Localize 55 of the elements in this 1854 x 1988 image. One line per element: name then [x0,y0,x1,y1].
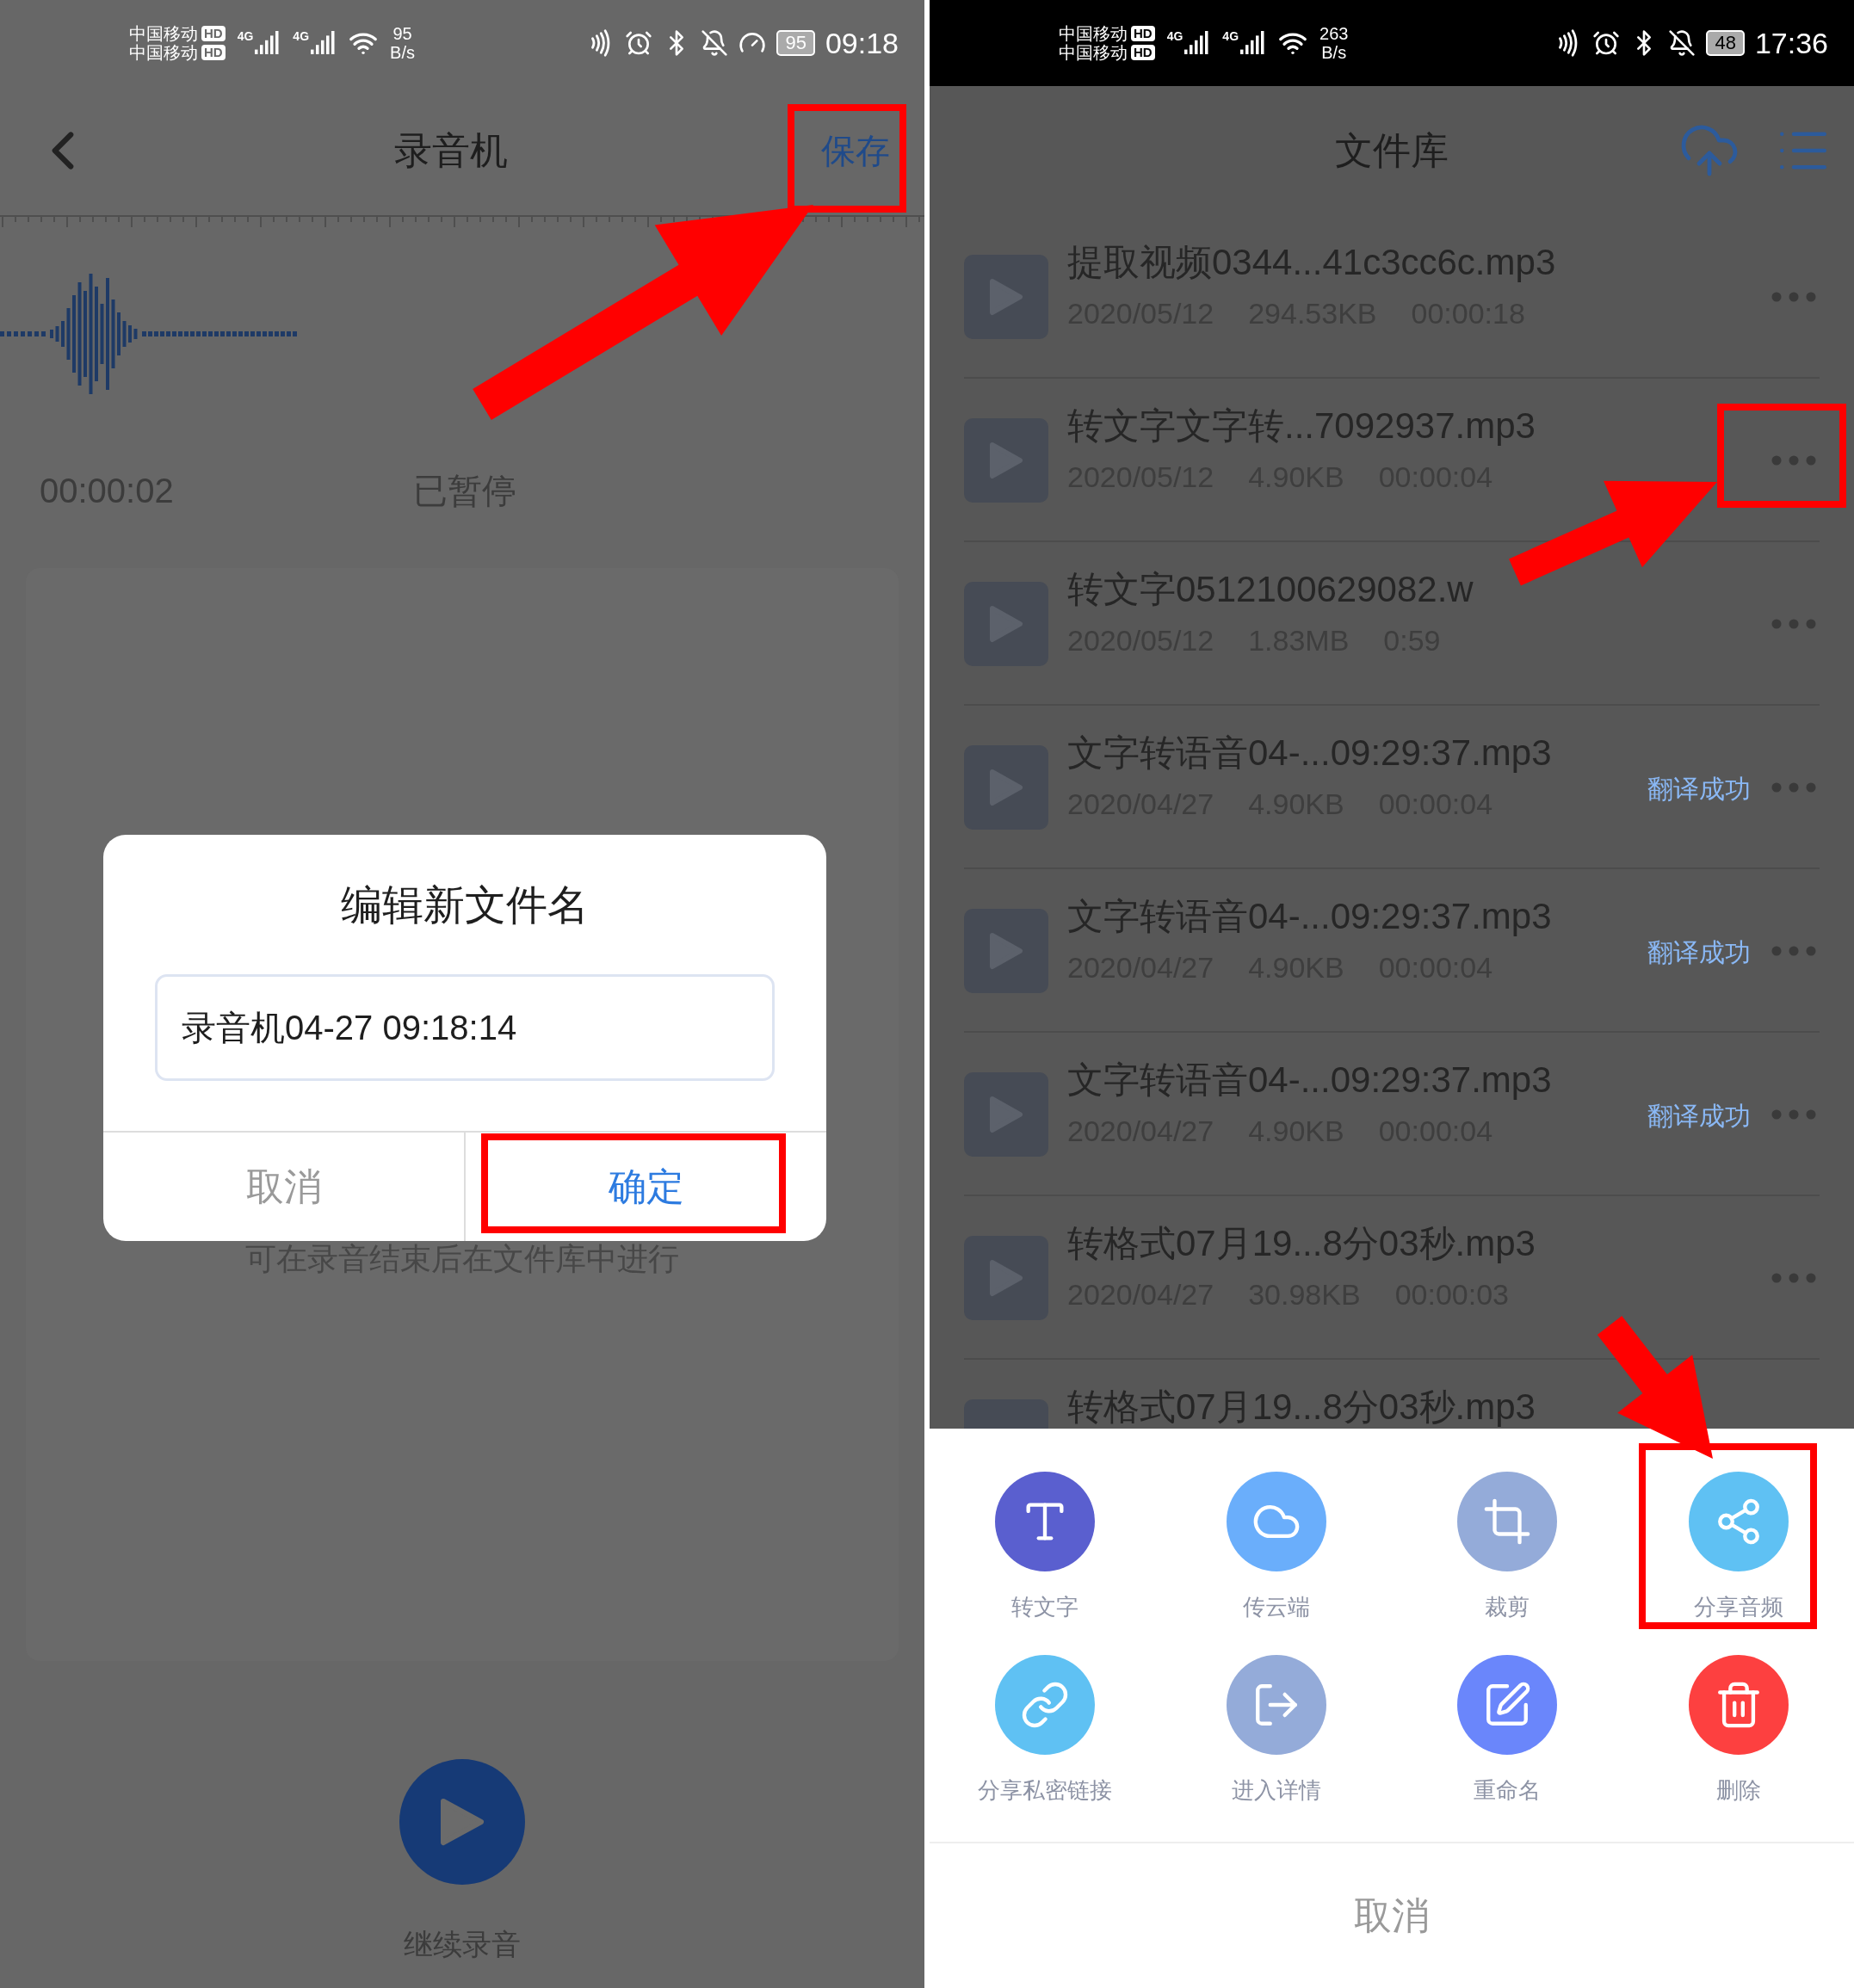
mute-icon [701,29,729,57]
hd-badge: HD [1131,26,1155,41]
network-type: 4G [237,30,254,42]
carrier-name: 中国移动 [1059,43,1128,62]
status-label: 翻译成功 [1647,1101,1751,1132]
cancel-button[interactable]: 取消 [103,1133,464,1241]
carrier-name: 中国移动 [1059,24,1128,43]
network-type: 4G [293,30,310,42]
more-icon [1771,455,1816,466]
clock-time: 17:36 [1754,25,1828,61]
hd-badge: HD [201,26,226,41]
cancel-button[interactable]: 取消 [930,1843,1854,1988]
action-button[interactable]: 转文字 [930,1472,1161,1624]
action-button[interactable]: 裁剪 [1392,1472,1623,1624]
page-title: 文件库 [1335,128,1449,173]
action-button[interactable]: 分享私密链接 [930,1655,1161,1807]
save-button[interactable]: 保存 [807,125,893,176]
carrier-name: 中国移动 [129,43,198,62]
action-button[interactable]: 重命名 [1392,1655,1623,1807]
network-speed: 95 [392,24,412,43]
action-button[interactable]: 删除 [1622,1655,1854,1807]
hd-badge: HD [1131,45,1155,60]
more-icon [1771,946,1816,956]
speed-unit: B/s [1321,43,1347,62]
alarm-icon [625,29,653,57]
hd-badge: HD [201,45,226,60]
speed-unit: B/s [390,43,415,62]
action-button[interactable]: 传云端 [1160,1472,1392,1624]
mute-icon [1668,29,1696,57]
battery-indicator: 95 [776,30,815,56]
network-type: 4G [1222,30,1239,42]
more-icon [1771,782,1816,793]
play-icon [440,1798,485,1846]
network-speed: 263 [1319,24,1349,43]
alarm-icon [1592,29,1621,57]
confirm-button[interactable]: 确定 [464,1133,826,1241]
action-button[interactable]: 进入详情 [1160,1655,1392,1807]
signal-icon [1240,30,1267,56]
more-icon [1771,292,1816,302]
status-label: 翻译成功 [1647,774,1751,805]
signal-icon [1184,30,1211,56]
action-button[interactable]: 分享音频 [1622,1472,1854,1624]
more-icon [1771,1109,1816,1120]
battery-indicator: 48 [1706,30,1745,56]
more-icon [1771,619,1816,629]
clock-time: 09:18 [825,25,899,61]
signal-icon [311,30,337,56]
more-icon [1771,1273,1816,1283]
signal-icon [255,30,281,56]
filename-field[interactable]: 录音机04-27 09:18:14 [155,974,775,1081]
dialog-title: 编辑新文件名 [341,881,589,929]
status-label: 翻译成功 [1647,937,1751,968]
carrier-name: 中国移动 [129,24,198,43]
page-title: 录音机 [394,128,508,173]
network-type: 4G [1166,30,1183,42]
